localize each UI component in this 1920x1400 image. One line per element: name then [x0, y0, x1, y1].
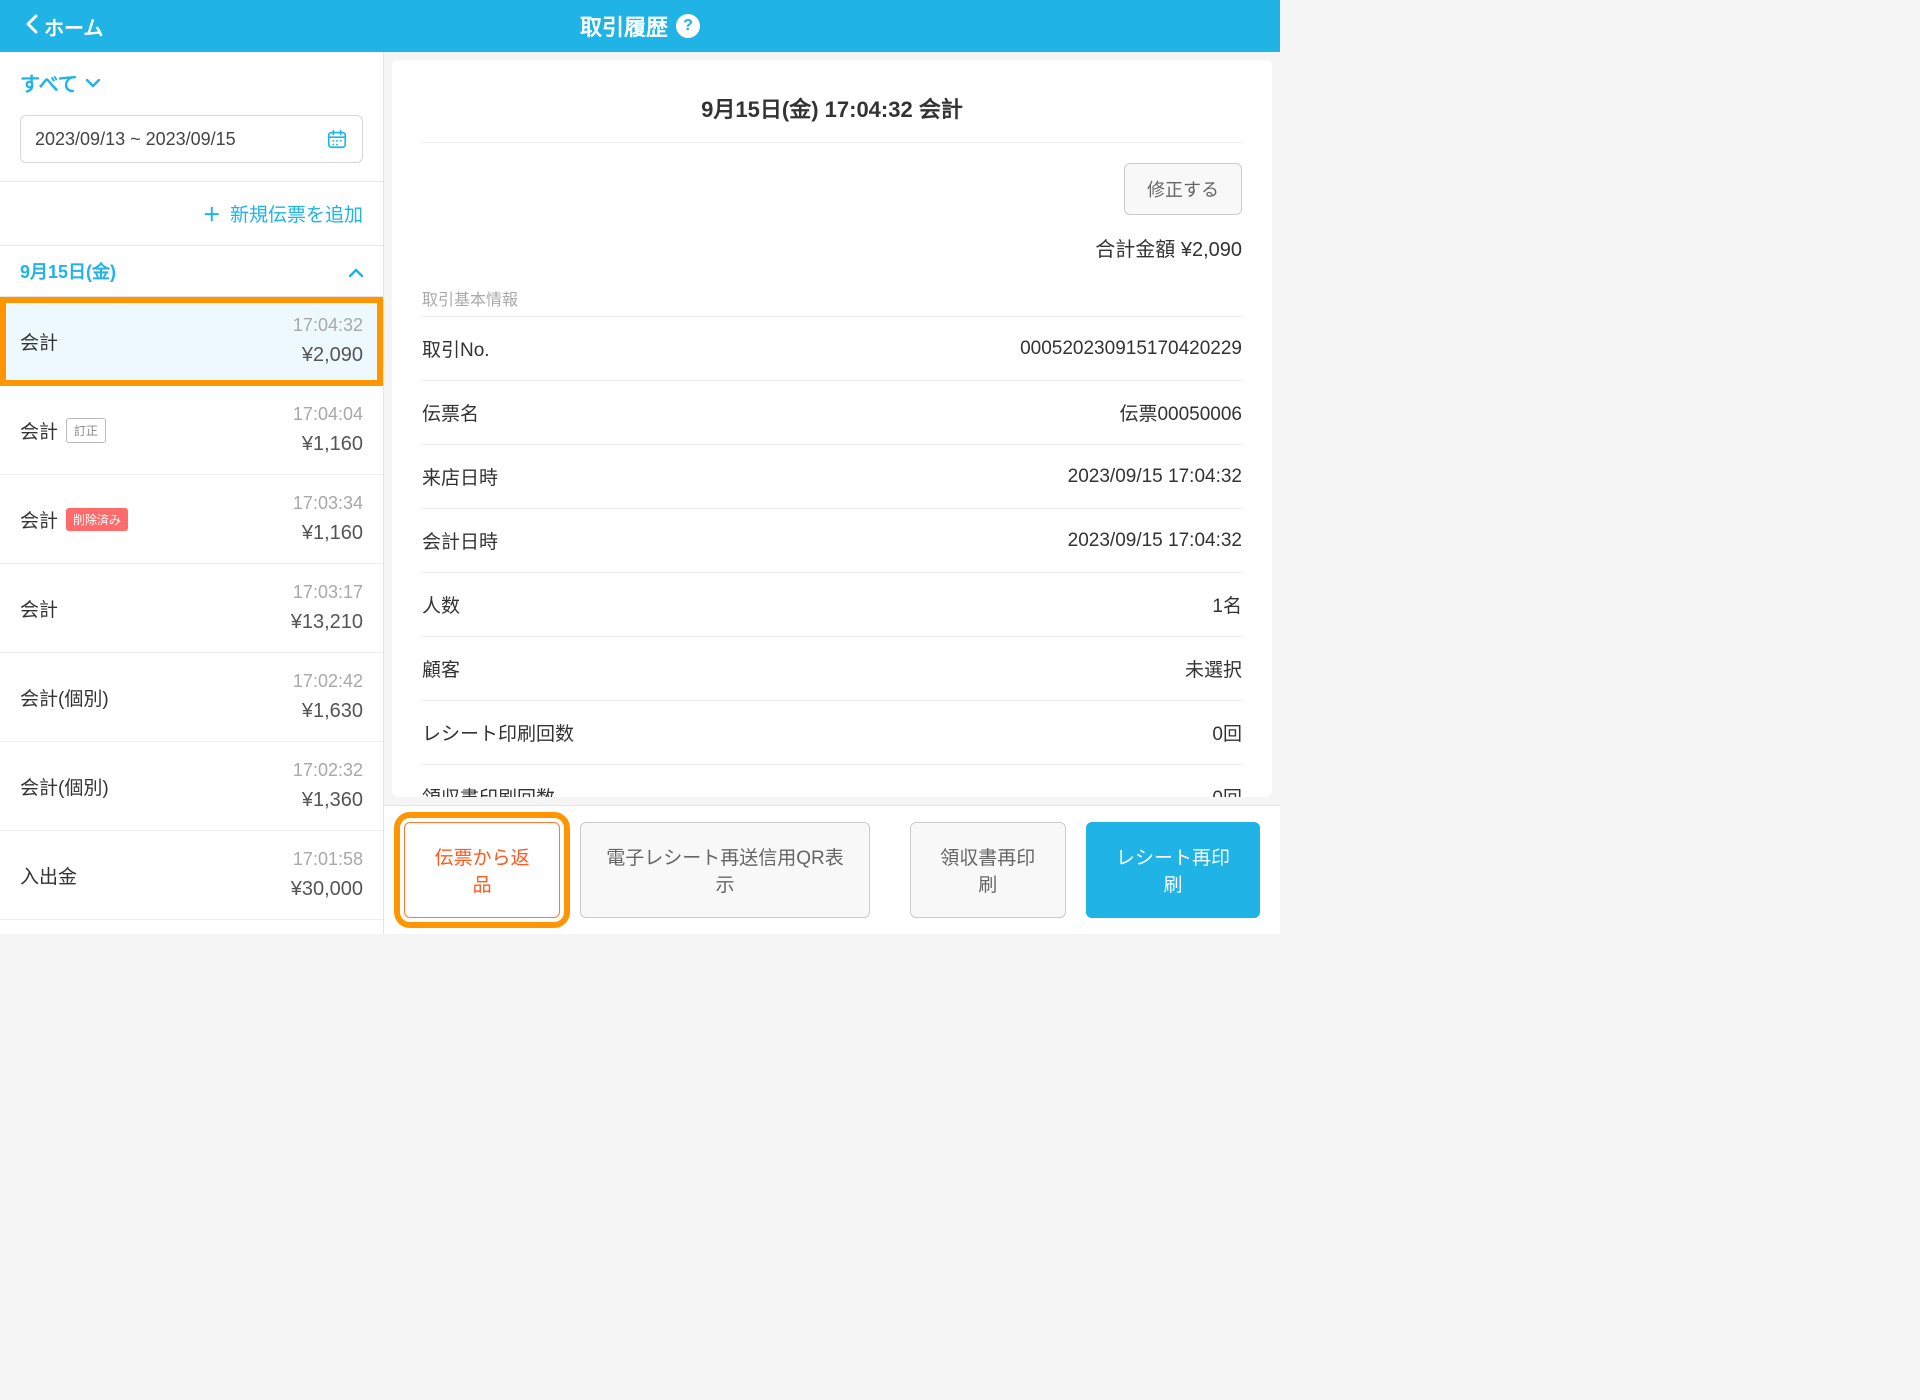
info-row: レシート印刷回数 0回: [422, 700, 1242, 764]
qr-resend-button[interactable]: 電子レシート再送信用QR表示: [580, 822, 869, 918]
info-row: 伝票名 伝票00050006: [422, 380, 1242, 444]
app-header: ホーム 取引履歴 ?: [0, 0, 1280, 52]
transaction-label: 会計: [20, 417, 58, 444]
info-value: 0回: [1212, 783, 1242, 797]
sidebar: すべて 2023/09/13 ~ 2023/09/15: [0, 52, 384, 934]
transaction-label: 会計(個別): [20, 684, 109, 711]
total-amount: 合計金額 ¥2,090: [1095, 233, 1242, 262]
transaction-amount: ¥1,160: [293, 433, 363, 456]
info-label: 来店日時: [422, 463, 498, 490]
detail-panel: 9月15日(金) 17:04:32 会計 修正する 合計金額 ¥2,090 取引…: [384, 52, 1280, 934]
chevron-up-icon: [349, 261, 363, 282]
help-icon[interactable]: ?: [676, 14, 700, 38]
info-row: 顧客 未選択: [422, 636, 1242, 700]
transaction-item[interactable]: 会計 17:03:17 ¥13,210: [0, 564, 383, 653]
info-label: 人数: [422, 591, 460, 618]
transaction-item[interactable]: 会計(個別) 17:02:32 ¥1,360: [0, 742, 383, 831]
transaction-amount: ¥13,210: [291, 611, 363, 634]
info-row: 来店日時 2023/09/15 17:04:32: [422, 444, 1242, 508]
page-title: 取引履歴 ?: [580, 10, 700, 42]
transaction-item[interactable]: 会計訂正 17:04:04 ¥1,160: [0, 386, 383, 475]
add-slip-button[interactable]: ＋ 新規伝票を追加: [0, 182, 383, 246]
chevron-left-icon: [24, 14, 38, 38]
info-value: 2023/09/15 17:04:32: [1068, 466, 1242, 488]
info-label: レシート印刷回数: [422, 719, 574, 746]
transaction-time: 17:01:58: [291, 849, 363, 870]
transaction-time: 17:04:32: [293, 315, 363, 336]
reprint-receipt-button[interactable]: 領収書再印刷: [910, 822, 1066, 918]
transaction-amount: ¥2,090: [293, 344, 363, 367]
calendar-icon: [326, 128, 348, 150]
transaction-label: 会計: [20, 328, 58, 355]
section-title: 取引基本情報: [422, 286, 1242, 310]
reprint-slip-button[interactable]: レシート再印刷: [1086, 822, 1260, 918]
transaction-amount: ¥1,160: [293, 522, 363, 545]
transaction-amount: ¥1,630: [293, 700, 363, 723]
plus-icon: ＋: [203, 205, 221, 225]
transaction-item[interactable]: 会計 17:04:32 ¥2,090: [0, 297, 383, 386]
info-value: 000520230915170420229: [1020, 338, 1242, 360]
action-bar: 伝票から返品 電子レシート再送信用QR表示 領収書再印刷 レシート再印刷: [384, 805, 1280, 934]
chevron-down-icon: [86, 75, 100, 91]
transaction-label: 会計: [20, 595, 58, 622]
info-row: 人数 1名: [422, 572, 1242, 636]
transaction-time: 17:03:34: [293, 493, 363, 514]
transaction-item[interactable]: 会計削除済み 17:03:34 ¥1,160: [0, 475, 383, 564]
date-range-input[interactable]: 2023/09/13 ~ 2023/09/15: [20, 115, 363, 163]
transaction-item[interactable]: 会計(個別) 17:02:42 ¥1,630: [0, 653, 383, 742]
transaction-amount: ¥1,360: [293, 789, 363, 812]
info-value: 1名: [1212, 591, 1242, 618]
info-label: 領収書印刷回数: [422, 783, 555, 797]
transaction-time: 17:02:32: [293, 760, 363, 781]
transaction-time: 17:02:42: [293, 671, 363, 692]
transaction-label: 入出金: [20, 862, 77, 889]
info-value: 2023/09/15 17:04:32: [1068, 530, 1242, 552]
info-label: 顧客: [422, 655, 460, 682]
info-row: 取引No. 000520230915170420229: [422, 316, 1242, 380]
transaction-amount: ¥30,000: [291, 878, 363, 901]
info-label: 会計日時: [422, 527, 498, 554]
info-row: 会計日時 2023/09/15 17:04:32: [422, 508, 1242, 572]
detail-heading: 9月15日(金) 17:04:32 会計: [422, 60, 1242, 143]
transaction-label: 会計: [20, 506, 58, 533]
info-value: 未選択: [1185, 655, 1242, 682]
day-group-header[interactable]: 9月15日(金): [0, 246, 383, 297]
info-row: 領収書印刷回数 0回: [422, 764, 1242, 797]
transaction-badge: 訂正: [66, 418, 106, 443]
edit-button[interactable]: 修正する: [1124, 163, 1242, 215]
transaction-badge: 削除済み: [66, 508, 128, 531]
transaction-item[interactable]: 入出金 17:01:58 ¥30,000: [0, 831, 383, 920]
info-label: 取引No.: [422, 335, 490, 362]
info-value: 0回: [1212, 719, 1242, 746]
filter-dropdown[interactable]: すべて: [20, 68, 363, 97]
info-label: 伝票名: [422, 399, 479, 426]
back-label: ホーム: [44, 12, 103, 41]
transaction-time: 17:04:04: [293, 404, 363, 425]
back-button[interactable]: ホーム: [24, 12, 103, 41]
transaction-label: 会計(個別): [20, 773, 109, 800]
info-value: 伝票00050006: [1119, 399, 1242, 426]
transaction-time: 17:03:17: [291, 582, 363, 603]
return-from-slip-button[interactable]: 伝票から返品: [404, 822, 560, 918]
